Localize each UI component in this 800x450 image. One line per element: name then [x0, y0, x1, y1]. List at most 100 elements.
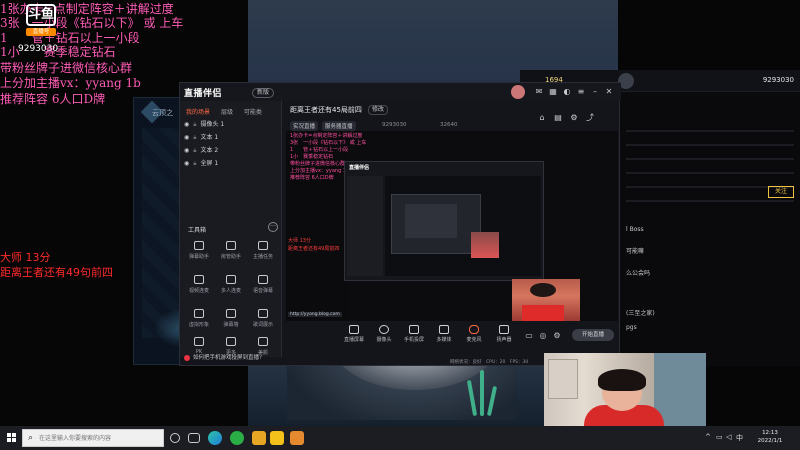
gift-icon[interactable]: ▤ [553, 113, 563, 123]
help-hint[interactable]: 如何把手机游戏投屏到直播？ [184, 353, 265, 361]
tool-multi-link[interactable]: 多人连麦 [216, 275, 246, 301]
search-icon: ⌕ [28, 433, 34, 443]
tray-arrow-icon[interactable]: ^ [705, 433, 711, 441]
close-icon[interactable]: ✕ [604, 87, 614, 97]
media-button[interactable]: 多媒体 [430, 325, 458, 343]
preview-overlay-line: 1小 赛季稳定钻石 [290, 154, 334, 160]
lock-icon[interactable]: 🔒︎ [193, 121, 196, 128]
lock-icon[interactable]: 🔒︎ [193, 134, 196, 141]
settings-icon[interactable]: ⚙ [569, 113, 579, 123]
share-icon[interactable]: ⌂ [537, 113, 547, 123]
wechat-icon[interactable] [230, 431, 244, 445]
nested-app-logo: 直播伴侣 [349, 165, 370, 171]
lock-icon[interactable]: 🔒︎ [193, 160, 196, 167]
chat-line: 可能嘛 [626, 248, 645, 255]
lock-icon[interactable]: 🔒︎ [193, 147, 196, 154]
preview-url: http://yyang.blog.com [288, 312, 342, 317]
ime-indicator[interactable]: 中 [736, 433, 743, 443]
message-icon[interactable]: ✉ [534, 87, 544, 97]
chat-panel: 9293030 l Boss 可能嘛 么公会吗 (三至之家) pgs 关注 [618, 70, 800, 366]
tool-lyrics[interactable]: 歌词展示 [248, 309, 278, 335]
scene-label: 文本 1 [200, 134, 219, 141]
eye-icon[interactable]: ◉ [184, 147, 189, 154]
app-g-icon[interactable] [252, 431, 266, 445]
clock-date: 2022/1/1 [757, 438, 783, 444]
tab-types[interactable]: 可能类 [244, 109, 262, 116]
webcam-feed [544, 353, 706, 426]
toolbox-more-button[interactable]: ··· [268, 222, 278, 232]
app-titlebar[interactable]: 直播伴侣 新版 ✉ ▦ ◐ ≡ – ✕ [180, 83, 621, 101]
eye-icon[interactable]: ◉ [184, 121, 189, 128]
task-view-icon[interactable] [188, 433, 200, 443]
tool-avatar[interactable]: 虚拟形象 [184, 309, 214, 335]
monitor-icon [349, 325, 359, 334]
speaker-icon [499, 325, 509, 334]
category-tag[interactable]: 服务器直播 [322, 121, 356, 131]
streamer-app-icon[interactable] [290, 431, 304, 445]
eye-icon[interactable]: ◉ [184, 160, 189, 167]
tool-danmu-wall[interactable]: 弹幕墙 [216, 309, 246, 335]
windows-start-icon[interactable] [7, 433, 17, 443]
media-icon [439, 325, 449, 334]
gear-icon[interactable]: ⚙ [552, 331, 562, 341]
room-title: 距离王者还有45局前四 [290, 106, 362, 114]
folder-icon[interactable] [270, 431, 284, 445]
game-title: 云顶之 [152, 109, 173, 117]
search-input[interactable] [39, 432, 161, 445]
user-avatar[interactable] [511, 85, 525, 99]
menu-icon[interactable]: ≡ [576, 87, 586, 97]
camera-button[interactable]: 摄像头 [370, 325, 398, 343]
eye-icon[interactable]: ◎ [538, 331, 548, 341]
beauty-icon [258, 337, 268, 346]
chat-header: 9293030 [618, 70, 800, 92]
network-icon[interactable]: ▭ [716, 433, 723, 441]
tool-danmu-helper[interactable]: 弹幕助手 [184, 241, 214, 267]
tab-layers[interactable]: 层级 [221, 109, 233, 116]
preview-overlay-line: 1张办卡=点制定阵容＋讲解过度 [290, 133, 363, 139]
speaker-button[interactable]: 扬声器 [490, 325, 518, 343]
preview-facecam [512, 279, 580, 321]
scene-label: 全屏 1 [200, 160, 219, 167]
preview-rank-line: 大师 13分 [288, 238, 311, 244]
mic-button[interactable]: 麦克风 [460, 325, 488, 343]
clock[interactable]: 12:13 2022/1/1 [750, 429, 790, 445]
streamer-app-window[interactable]: 直播伴侣 新版 ✉ ▦ ◐ ≡ – ✕ 我的场景 层级 可能类 ◉ 🔒︎ 摄像头 1… [179, 82, 621, 366]
share-out-icon[interactable]: ⤴ [585, 113, 595, 123]
room-header: 距离王者还有45局前四 修改 实况直播 服务器直播 9293030 32640 [286, 103, 616, 131]
chat-lines [626, 130, 794, 214]
category-tag[interactable]: 实况直播 [290, 121, 319, 131]
version-badge[interactable]: 新版 [252, 88, 275, 98]
screen-capture-button[interactable]: 直播屏幕 [340, 325, 368, 343]
cortana-icon[interactable] [170, 433, 180, 443]
edge-icon[interactable] [208, 431, 222, 445]
scene-item[interactable]: ◉ 🔒︎ 文本 1 [184, 132, 278, 144]
scene-item[interactable]: ◉ 🔒︎ 全屏 1 [184, 158, 278, 170]
grid-icon[interactable]: ▦ [548, 87, 558, 97]
skin-icon[interactable]: ◐ [562, 87, 572, 97]
start-stream-button[interactable]: 开始直播 [572, 329, 614, 341]
eye-icon[interactable]: ◉ [184, 134, 189, 141]
app-logo: 直播伴侣 [184, 89, 223, 99]
minimize-icon[interactable]: – [590, 87, 600, 97]
scene-label: 摄像头 1 [200, 121, 225, 128]
nested-app-window: 直播伴侣 [344, 161, 544, 281]
record-icon[interactable]: ▭ [524, 331, 534, 341]
taskbar-search[interactable]: ⌕ [22, 429, 164, 447]
follow-button[interactable]: 关注 [768, 186, 794, 198]
phone-cast-button[interactable]: 手机投屏 [400, 325, 428, 343]
tool-room-admin[interactable]: 房管助手 [216, 241, 246, 267]
stream-preview[interactable]: 1张办卡=点制定阵容＋讲解过度 3张 一小段《钻石以下》 或 上车 1 管＋钻石… [286, 131, 618, 321]
scene-item[interactable]: ◉ 🔒︎ 文本 2 [184, 145, 278, 157]
scene-item[interactable]: ◉ 🔒︎ 摄像头 1 [184, 119, 278, 131]
scene-panel: 我的场景 层级 可能类 ◉ 🔒︎ 摄像头 1 ◉ 🔒︎ 文本 1 ◉ 🔒︎ 文本 2 ◉ 🔒︎… [180, 101, 282, 357]
tool-video-link[interactable]: 视频连麦 [184, 275, 214, 301]
tool-tasks[interactable]: 主播任务 [248, 241, 278, 267]
chat-line: 么公会吗 [626, 270, 651, 277]
volume-icon[interactable]: ◁ [726, 433, 731, 441]
screen: 云顶之 1694 9293030 l Boss 可能嘛 么公会吗 (三至之家) … [0, 0, 800, 450]
tab-my-scenes[interactable]: 我的场景 [186, 109, 210, 116]
tool-voice-danmu[interactable]: 语音弹幕 [248, 275, 278, 301]
voice-icon [258, 275, 268, 284]
edit-title-button[interactable]: 修改 [368, 105, 389, 115]
logo-subtext: 直播号 [26, 28, 56, 36]
